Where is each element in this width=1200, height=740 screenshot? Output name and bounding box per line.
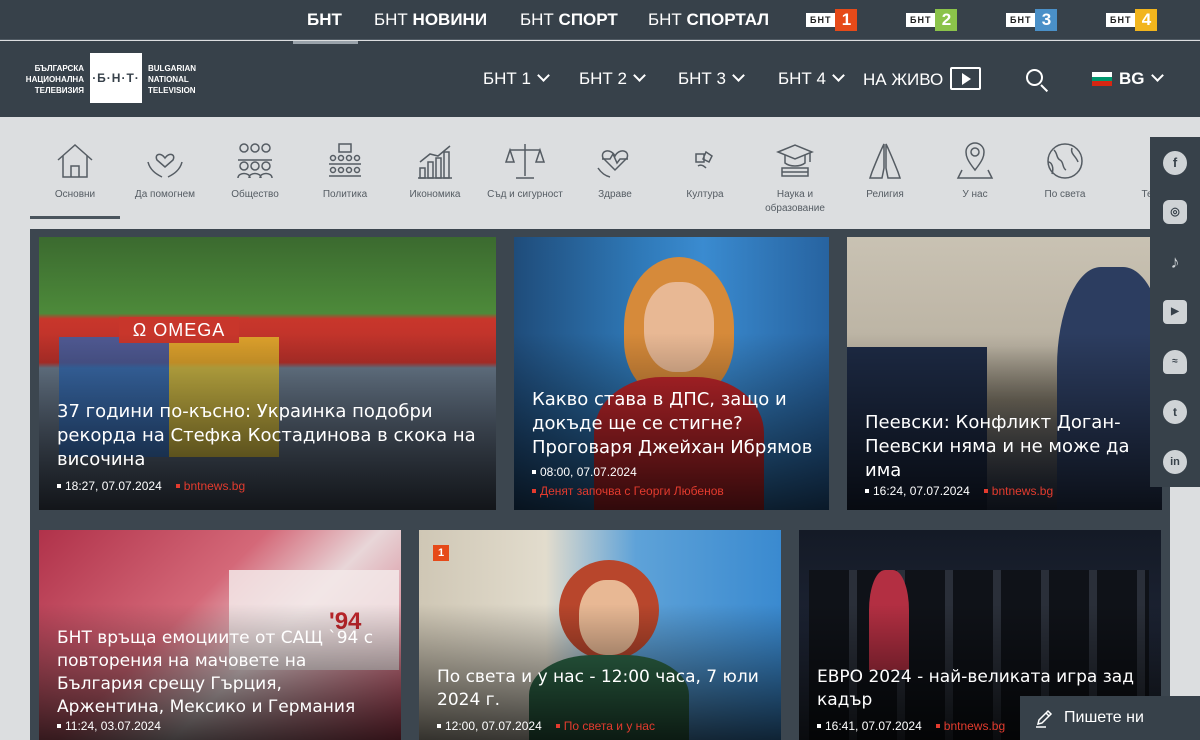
article-meta: 08:00, 07.07.2024 bbox=[532, 465, 637, 479]
news-card-3[interactable]: Пеевски: Конфликт Доган-Пеевски няма и н… bbox=[847, 237, 1162, 510]
active-network-indicator bbox=[293, 41, 358, 44]
top-network-bar: БНТ БНТ НОВИНИ БНТ СПОРТ БНТ СПОРТАЛ БНТ… bbox=[0, 0, 1200, 40]
news-card-1[interactable]: Ω OMEGA 37 години по-късно: Украинка под… bbox=[39, 237, 496, 510]
article-title[interactable]: 37 години по-късно: Украинка подобри рек… bbox=[57, 400, 482, 472]
network-link-bnt-sport[interactable]: БНТ СПОРТ bbox=[520, 10, 618, 30]
social-sidebar: f ◎ ♪ ▶ ≈ t in bbox=[1150, 137, 1200, 487]
main-header: БЪЛГАРСКА НАЦИОНАЛНА ТЕЛЕВИЗИЯ ·Б·Н·Т· B… bbox=[0, 41, 1200, 117]
network-link-bnt-news[interactable]: БНТ НОВИНИ bbox=[374, 10, 487, 30]
category-politics[interactable]: Политика bbox=[300, 140, 390, 202]
soundcloud-icon[interactable]: ≈ bbox=[1163, 350, 1187, 374]
linkedin-icon[interactable]: in bbox=[1163, 450, 1187, 474]
logo-text-en[interactable]: BULGARIAN NATIONAL TELEVISION bbox=[148, 63, 196, 96]
category-world[interactable]: По света bbox=[1020, 140, 1110, 202]
article-title[interactable]: По света и у нас - 12:00 часа, 7 юли 202… bbox=[437, 666, 767, 712]
youtube-icon[interactable]: ▶ bbox=[1163, 300, 1187, 324]
channel-logo-bnt3[interactable]: БНТ 3 bbox=[1006, 9, 1058, 31]
pen-icon bbox=[1036, 709, 1053, 728]
article-source[interactable]: bntnews.bg bbox=[175, 479, 245, 493]
nav-live-link[interactable]: НА ЖИВО bbox=[863, 70, 943, 90]
article-meta: 18:27, 07.07.2024 bntnews.bg bbox=[57, 479, 245, 493]
globe-icon bbox=[1047, 143, 1083, 179]
people-icon bbox=[237, 143, 273, 179]
helping-hands-icon bbox=[147, 153, 183, 178]
category-economy[interactable]: Икономика bbox=[390, 140, 480, 202]
channel-logo-bnt4[interactable]: БНТ 4 bbox=[1106, 9, 1158, 31]
map-pin-icon bbox=[956, 142, 994, 179]
health-icon bbox=[597, 150, 629, 178]
category-science-education[interactable]: Наука и образование bbox=[750, 140, 840, 216]
category-justice[interactable]: Съд и сигурност bbox=[480, 140, 570, 202]
nav-bnt2-dropdown[interactable]: БНТ 2 bbox=[579, 69, 646, 89]
category-culture[interactable]: Култура bbox=[660, 140, 750, 202]
language-selector[interactable]: BG bbox=[1119, 69, 1164, 89]
bulgarian-flag-icon bbox=[1092, 72, 1112, 87]
article-source-line[interactable]: Денят започва с Георги Любенов bbox=[532, 484, 724, 498]
article-source[interactable]: bntnews.bg bbox=[983, 484, 1053, 498]
active-category-indicator bbox=[30, 216, 120, 219]
search-icon[interactable] bbox=[1026, 69, 1043, 86]
category-local[interactable]: У нас bbox=[930, 140, 1020, 202]
news-card-5[interactable]: 1 По света и у нас - 12:00 часа, 7 юли 2… bbox=[419, 530, 781, 740]
article-source[interactable]: bntnews.bg bbox=[935, 719, 1005, 733]
chevron-down-icon bbox=[732, 69, 745, 82]
bar-chart-icon bbox=[418, 145, 452, 179]
article-meta: 11:24, 03.07.2024 bbox=[57, 719, 161, 733]
tiktok-icon[interactable]: ♪ bbox=[1163, 250, 1187, 274]
bnt1-badge: 1 bbox=[433, 545, 449, 561]
network-link-bnt[interactable]: БНТ bbox=[307, 10, 342, 30]
article-meta: 16:24, 07.07.2024 bntnews.bg bbox=[865, 484, 1053, 498]
article-title[interactable]: БНТ връща емоциите от САЩ `94 с повторен… bbox=[57, 627, 387, 719]
article-meta: 16:41, 07.07.2024 bntnews.bg bbox=[817, 719, 1005, 733]
praying-hands-icon bbox=[868, 143, 902, 179]
facebook-icon[interactable]: f bbox=[1163, 151, 1187, 175]
news-card-4[interactable]: '94 БНТ връща емоциите от САЩ `94 с повт… bbox=[39, 530, 401, 740]
chevron-down-icon bbox=[1150, 69, 1164, 82]
channel-logo-bnt2[interactable]: БНТ 2 bbox=[906, 9, 958, 31]
logo-text-bg[interactable]: БЪЛГАРСКА НАЦИОНАЛНА ТЕЛЕВИЗИЯ bbox=[18, 63, 84, 96]
category-home[interactable]: Основни bbox=[30, 140, 120, 202]
twitter-icon[interactable]: t bbox=[1163, 400, 1187, 424]
article-source[interactable]: Денят започва с Георги Любенов bbox=[532, 484, 724, 498]
bnt-logo[interactable]: ·Б·Н·Т· bbox=[90, 53, 142, 103]
article-meta: 12:00, 07.07.2024 По света и у нас bbox=[437, 719, 655, 733]
category-health[interactable]: Здраве bbox=[570, 140, 660, 202]
news-card-2[interactable]: Какво става в ДПС, защо и докъде ще се с… bbox=[514, 237, 829, 510]
chevron-down-icon bbox=[633, 69, 646, 82]
instagram-icon[interactable]: ◎ bbox=[1163, 200, 1187, 224]
chevron-down-icon bbox=[537, 69, 550, 82]
culture-icon bbox=[695, 150, 713, 169]
nav-bnt4-dropdown[interactable]: БНТ 4 bbox=[778, 69, 845, 89]
article-title[interactable]: Какво става в ДПС, защо и докъде ще се с… bbox=[532, 388, 815, 460]
graduation-cap-icon bbox=[776, 144, 814, 177]
chevron-down-icon bbox=[832, 69, 845, 82]
nav-bnt3-dropdown[interactable]: БНТ 3 bbox=[678, 69, 745, 89]
article-title[interactable]: Пеевски: Конфликт Доган-Пеевски няма и н… bbox=[865, 411, 1148, 483]
scales-icon bbox=[504, 144, 546, 179]
category-help[interactable]: Да помогнем bbox=[120, 140, 210, 202]
channel-logo-bnt1[interactable]: БНТ 1 bbox=[806, 9, 858, 31]
parliament-icon bbox=[329, 143, 361, 177]
home-icon bbox=[57, 143, 93, 178]
category-religion[interactable]: Религия bbox=[840, 140, 930, 202]
article-source[interactable]: По света и у нас bbox=[555, 719, 655, 733]
feedback-button[interactable]: Пишете ни bbox=[1020, 696, 1200, 740]
live-tv-icon[interactable] bbox=[950, 67, 981, 90]
nav-bnt1-dropdown[interactable]: БНТ 1 bbox=[483, 69, 550, 89]
network-link-bnt-sportal[interactable]: БНТ СПОРТАЛ bbox=[648, 10, 769, 30]
category-society[interactable]: Общество bbox=[210, 140, 300, 202]
